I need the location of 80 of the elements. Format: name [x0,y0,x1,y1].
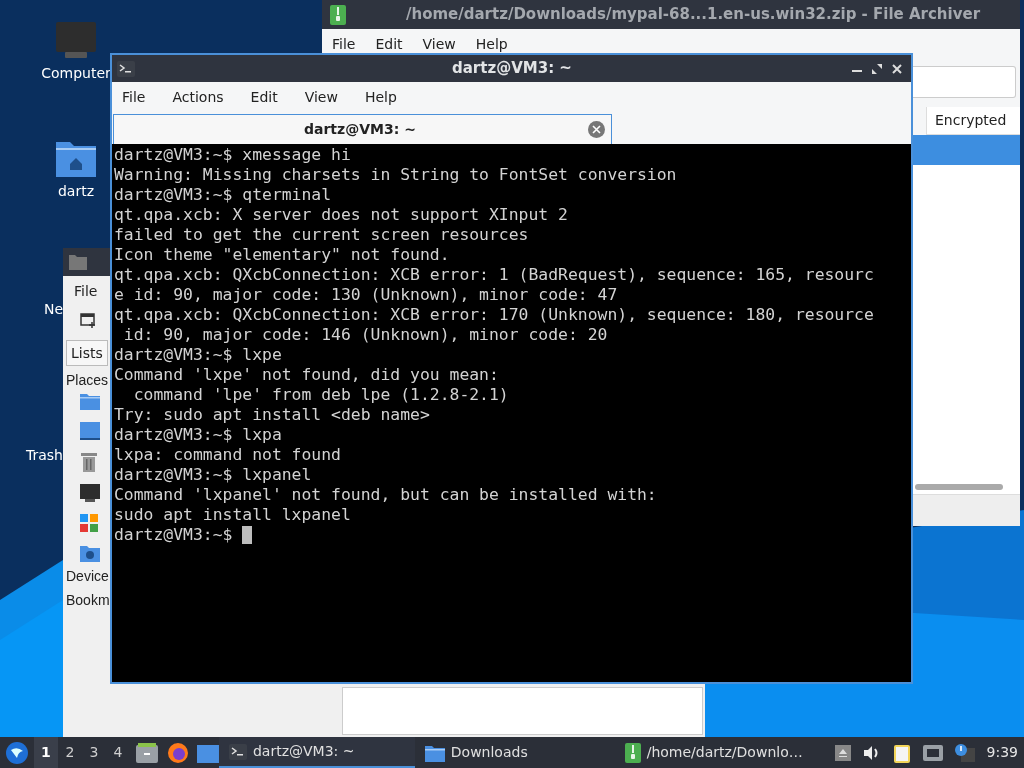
firefox-icon[interactable] [166,741,189,764]
close-tab-icon[interactable] [588,121,605,138]
text-cursor-icon [242,526,253,544]
terminal-line: Command 'lxpe' not found, did you mean: [114,365,499,385]
terminal-line: Try: sudo apt install <deb name> [114,405,430,425]
terminal-line: dartz@VM3:~$ lxpa [114,425,282,445]
new-window-icon[interactable] [80,312,96,328]
menu-item[interactable]: Help [364,86,397,108]
side-pane-tab[interactable]: Lists [66,340,108,366]
zip-icon [330,4,346,25]
maximize-icon[interactable] [872,63,882,74]
terminal-line: Command 'lxpanel' not found, but can be installed with: [114,485,657,505]
workspace-button[interactable]: 1 [34,737,58,768]
terminal-icon [117,60,135,77]
home-folder-icon [55,140,97,178]
column-header[interactable]: Encrypted [926,107,1020,135]
close-icon[interactable] [892,63,902,74]
eject-icon[interactable] [834,744,851,761]
terminal-line: sudo apt install lxpanel [114,505,351,525]
menu-item[interactable]: Edit [250,86,278,108]
menu-item[interactable]: File [122,86,146,108]
desktop-icon-label[interactable]: Computer [41,64,111,82]
terminal-line: dartz@VM3:~$ qterminal [114,185,332,205]
trash-icon [80,452,98,472]
terminal-line: failed to get the current screen resources [114,225,529,245]
desktop-icon [80,422,100,440]
notification-icon[interactable] [954,743,975,762]
desktop-icon-label[interactable]: Ne [43,300,63,318]
terminal-line: Warning: Missing charsets in String to FontSet conversion [114,165,677,185]
desktop-icon-label[interactable]: Trash [26,446,63,464]
terminal-line: dartz@VM3:~$ [114,525,233,545]
terminal-line: lxpa: command not found [114,445,341,465]
taskbar-task[interactable]: Downloads [414,737,615,768]
terminal-output[interactable] [112,144,911,682]
terminal-line: dartz@VM3:~$ lxpanel [114,465,312,485]
menu-item[interactable]: Edit [375,33,403,55]
terminal-line: id: 90, major code: 146 (Unknown), minor code: 20 [122,325,608,345]
clipboard-icon[interactable] [892,742,911,763]
desktop-icon-label[interactable]: dartz [57,182,95,200]
network-icon[interactable] [922,744,943,761]
menu-item[interactable]: File [332,33,356,55]
section-label: Bookm [66,591,110,610]
terminal-line: qt.qpa.xcb: X server does not support XInput 2 [114,205,568,225]
workspace-button[interactable]: 4 [106,737,130,768]
search-field[interactable] [912,66,1016,98]
taskbar-task[interactable]: /home/dartz/Downlo… [614,737,835,768]
terminal-line: qt.qpa.xcb: QXcbConnection: XCB error: 170 (Unknown), sequence: 180, resource [114,305,874,325]
folder-icon [69,254,87,270]
archiver-title: /home/dartz/Downloads/mypal-68...1.en-us.win32.zip - File Archiver [406,4,981,26]
window-title: dartz@VM3: ~ [452,58,572,80]
terminal-line: Icon theme "elementary" not found. [114,245,450,265]
menu-item[interactable]: File [74,280,98,302]
home-folder-icon [80,392,100,410]
menu-item[interactable]: Help [475,33,508,55]
menu-item[interactable]: Actions [172,86,224,108]
section-label: Places [66,371,109,390]
section-label: Device [66,567,109,586]
scrollbar[interactable] [915,484,1003,490]
menu-item[interactable]: View [422,33,456,55]
terminal-tab[interactable]: dartz@VM3: ~ [113,114,612,144]
file-cabinet-icon[interactable] [136,742,158,763]
terminal-line: dartz@VM3:~$ lxpe [114,345,282,365]
monitor-icon [80,484,100,502]
taskbar-task[interactable]: dartz@VM3: ~ [218,737,415,768]
folder-icon[interactable] [196,742,219,763]
apps-grid-icon [80,514,98,532]
start-menu-icon[interactable] [6,741,28,764]
terminal-icon [228,743,247,760]
zip-icon [624,742,641,763]
clock[interactable]: 9:39 [986,742,1018,763]
workspace-button[interactable]: 2 [58,737,82,768]
folder-icon [424,743,445,762]
terminal-line: command 'lpe' from deb lpe (1.2.8-2.1) [132,385,509,405]
workspace-button[interactable]: 3 [82,737,106,768]
terminal-line: dartz@VM3:~$ xmessage hi [114,145,351,165]
network-folder-icon [80,544,100,562]
terminal-line: qt.qpa.xcb: QXcbConnection: XCB error: 1 (BadRequest), sequence: 165, resourc [114,265,874,285]
monitor-icon [55,22,97,60]
terminal-line: e id: 90, major code: 130 (Unknown), minor code: 47 [114,285,618,305]
menu-item[interactable]: View [304,86,338,108]
